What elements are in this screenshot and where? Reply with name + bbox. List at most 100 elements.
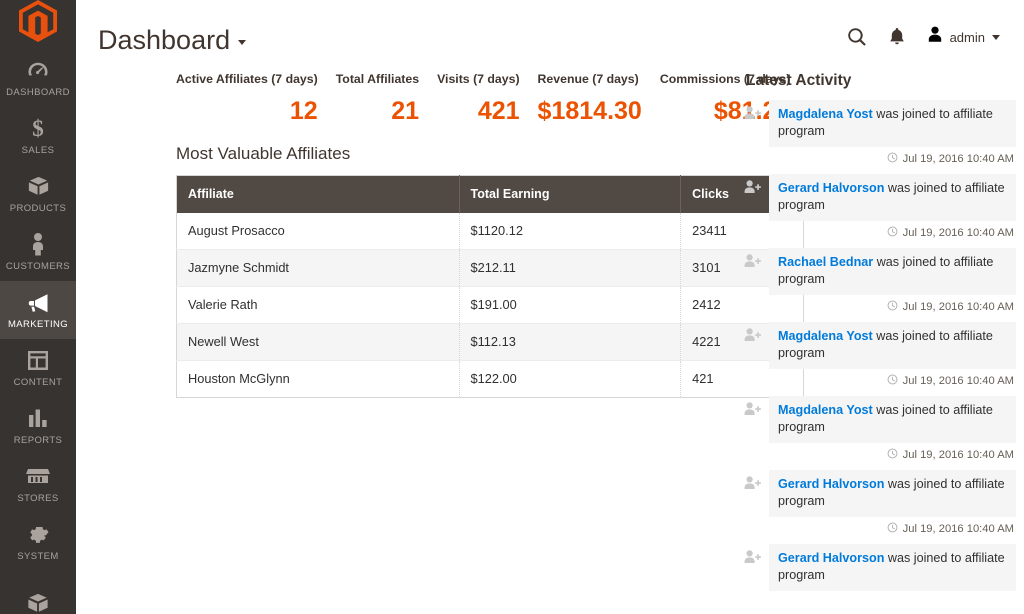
cell-affiliate: August Prosacco bbox=[177, 213, 460, 250]
activity-row: Rachael Bednar was joined to affiliate p… bbox=[744, 248, 1016, 295]
user-plus-icon bbox=[744, 174, 761, 199]
left-column: Active Affiliates (7 days) 12 Total Affi… bbox=[76, 62, 731, 595]
user-plus-icon bbox=[744, 396, 761, 421]
clock-icon bbox=[887, 152, 898, 166]
sidebar-item-products[interactable]: PRODUCTS bbox=[0, 165, 76, 223]
user-plus-icon bbox=[744, 470, 761, 495]
sidebar-item-customers[interactable]: CUSTOMERS bbox=[0, 223, 76, 281]
sidebar-item-label: SALES bbox=[22, 145, 55, 156]
activity-time-text: Jul 19, 2016 10:40 AM bbox=[903, 375, 1014, 387]
sidebar-item-label: CUSTOMERS bbox=[6, 261, 70, 272]
top-bar: Dashboard admin bbox=[76, 0, 1024, 62]
activity-row: Magdalena Yost was joined to affiliate p… bbox=[744, 396, 1016, 443]
activity-text: Gerard Halvorson was joined to affiliate… bbox=[769, 174, 1016, 221]
chevron-down-icon[interactable] bbox=[238, 40, 246, 45]
activity-row: Magdalena Yost was joined to affiliate p… bbox=[744, 100, 1016, 147]
kpi-visits: Visits (7 days) 421 bbox=[437, 72, 537, 126]
clock-icon bbox=[887, 448, 898, 462]
box-icon bbox=[27, 173, 50, 199]
sidebar-item-sales[interactable]: $ SALES bbox=[0, 107, 76, 165]
clock-icon bbox=[887, 226, 898, 240]
sidebar-item-label: SYSTEM bbox=[17, 551, 58, 562]
sidebar-item-dashboard[interactable]: DASHBOARD bbox=[0, 49, 76, 107]
table-row[interactable]: Jazmyne Schmidt $212.11 3101 bbox=[177, 250, 804, 287]
activity-time-text: Jul 19, 2016 10:40 AM bbox=[903, 301, 1014, 313]
main-content: Dashboard admin bbox=[76, 0, 1024, 614]
svg-text:$: $ bbox=[32, 116, 44, 140]
table-head: Affiliate Total Earning Clicks bbox=[177, 176, 804, 214]
clock-icon bbox=[887, 374, 898, 388]
cell-earning: $191.00 bbox=[459, 287, 681, 324]
sidebar-item-label: CONTENT bbox=[14, 377, 63, 388]
kpi-value: 421 bbox=[437, 96, 519, 126]
sidebar-item-find-partners[interactable]: FIND PARTNERS & EXTENSIONS bbox=[0, 582, 76, 614]
table-row[interactable]: Newell West $112.13 4221 bbox=[177, 324, 804, 361]
sidebar-item-label: REPORTS bbox=[14, 435, 63, 446]
bell-icon[interactable] bbox=[889, 27, 905, 47]
user-menu[interactable]: admin bbox=[927, 26, 1000, 48]
magento-logo[interactable] bbox=[0, 0, 76, 42]
column-header-affiliate[interactable]: Affiliate bbox=[177, 176, 460, 214]
cell-earning: $212.11 bbox=[459, 250, 681, 287]
sidebar-item-stores[interactable]: STORES bbox=[0, 455, 76, 513]
dollar-sign-icon: $ bbox=[31, 115, 45, 141]
cell-earning: $1120.12 bbox=[459, 213, 681, 250]
user-avatar-icon bbox=[927, 26, 943, 48]
activity-text: Magdalena Yost was joined to affiliate p… bbox=[769, 396, 1016, 443]
table-row[interactable]: August Prosacco $1120.12 23411 bbox=[177, 213, 804, 250]
main-sidebar: DASHBOARD $ SALES PRODUCTS CUSTOMERS MAR… bbox=[0, 0, 76, 614]
sidebar-item-label: STORES bbox=[17, 493, 58, 504]
cell-affiliate: Houston McGlynn bbox=[177, 361, 460, 398]
cell-earning: $122.00 bbox=[459, 361, 681, 398]
table-row[interactable]: Houston McGlynn $122.00 421 bbox=[177, 361, 804, 398]
table-header-row: Affiliate Total Earning Clicks bbox=[177, 176, 804, 214]
activity-text: Magdalena Yost was joined to affiliate p… bbox=[769, 100, 1016, 147]
sidebar-item-content[interactable]: CONTENT bbox=[0, 339, 76, 397]
page-title[interactable]: Dashboard bbox=[98, 0, 246, 54]
activity-time-text: Jul 19, 2016 10:40 AM bbox=[903, 449, 1014, 461]
gear-icon bbox=[27, 521, 49, 547]
kpi-row: Active Affiliates (7 days) 12 Total Affi… bbox=[176, 72, 731, 126]
table-body: August Prosacco $1120.12 23411 Jazmyne S… bbox=[177, 213, 804, 398]
sidebar-item-reports[interactable]: REPORTS bbox=[0, 397, 76, 455]
cell-affiliate: Jazmyne Schmidt bbox=[177, 250, 460, 287]
layout-icon bbox=[27, 347, 49, 373]
activity-timestamp: Jul 19, 2016 10:40 AM bbox=[744, 221, 1016, 244]
user-plus-icon bbox=[744, 322, 761, 347]
content-area: Active Affiliates (7 days) 12 Total Affi… bbox=[76, 62, 1024, 595]
storefront-icon bbox=[26, 463, 50, 489]
activity-item: Magdalena Yost was joined to affiliate p… bbox=[744, 396, 1016, 466]
section-title: Most Valuable Affiliates bbox=[176, 144, 731, 164]
sidebar-item-system[interactable]: SYSTEM bbox=[0, 513, 76, 571]
activity-item: Gerard Halvorson was joined to affiliate… bbox=[744, 470, 1016, 540]
chevron-down-icon[interactable] bbox=[992, 35, 1000, 40]
kpi-label: Active Affiliates (7 days) bbox=[176, 72, 318, 87]
activity-time-text: Jul 19, 2016 10:40 AM bbox=[903, 523, 1014, 535]
activity-text: Gerard Halvorson was joined to affiliate… bbox=[769, 470, 1016, 517]
activity-user-link[interactable]: Gerard Halvorson bbox=[778, 181, 884, 195]
activity-item: Magdalena Yost was joined to affiliate p… bbox=[744, 100, 1016, 170]
user-name: admin bbox=[950, 30, 985, 45]
activity-row: Gerard Halvorson was joined to affiliate… bbox=[744, 174, 1016, 221]
user-plus-icon bbox=[744, 544, 761, 569]
search-icon[interactable] bbox=[847, 27, 867, 47]
activity-user-link[interactable]: Rachael Bednar bbox=[778, 255, 873, 269]
column-header-total-earning[interactable]: Total Earning bbox=[459, 176, 681, 214]
megaphone-icon bbox=[26, 289, 50, 315]
kpi-label: Visits (7 days) bbox=[437, 72, 519, 87]
activity-timestamp: Jul 19, 2016 10:40 AM bbox=[744, 147, 1016, 170]
activity-user-link[interactable]: Gerard Halvorson bbox=[778, 551, 884, 565]
activity-user-link[interactable]: Gerard Halvorson bbox=[778, 477, 884, 491]
magento-logo-icon bbox=[19, 0, 57, 42]
sidebar-item-label: DASHBOARD bbox=[6, 87, 70, 98]
activity-text: Gerard Halvorson was joined to affiliate… bbox=[769, 544, 1016, 591]
activity-user-link[interactable]: Magdalena Yost bbox=[778, 329, 873, 343]
kpi-label: Total Affiliates bbox=[336, 72, 419, 87]
sidebar-item-marketing[interactable]: MARKETING bbox=[0, 281, 76, 339]
activity-user-link[interactable]: Magdalena Yost bbox=[778, 107, 873, 121]
latest-activity-title: Latest Activity bbox=[744, 72, 1016, 90]
activity-user-link[interactable]: Magdalena Yost bbox=[778, 403, 873, 417]
table-row[interactable]: Valerie Rath $191.00 2412 bbox=[177, 287, 804, 324]
activity-timestamp: Jul 19, 2016 10:40 AM bbox=[744, 443, 1016, 466]
activity-row: Gerard Halvorson was joined to affiliate… bbox=[744, 544, 1016, 591]
